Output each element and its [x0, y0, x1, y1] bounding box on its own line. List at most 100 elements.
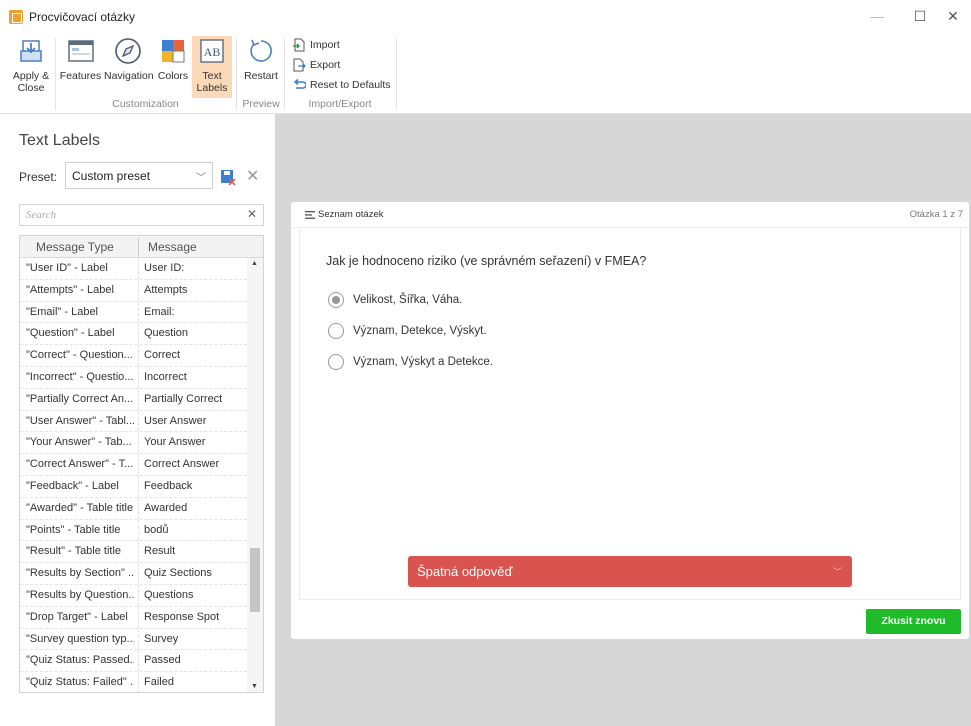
question-list-button[interactable]: Seznam otázek [318, 209, 383, 220]
message-cell[interactable]: Question [144, 327, 244, 339]
navigation-label: Navigation [104, 70, 154, 82]
features-button[interactable]: Features [59, 36, 102, 98]
message-cell[interactable]: Passed [144, 654, 244, 666]
divider [138, 454, 139, 475]
answer-label: Velikost, Šířka, Váha. [353, 294, 463, 306]
table-row[interactable]: "User Answer" - Tabl... User Answer [20, 410, 247, 433]
clear-search-icon[interactable]: ✕ [247, 207, 257, 221]
colors-button[interactable]: Colors [156, 36, 190, 98]
apply-close-label: Apply & Close [12, 70, 50, 94]
message-cell[interactable]: bodů [144, 524, 244, 536]
scroll-up-icon[interactable]: ▲ [251, 260, 258, 267]
title-bar: Procvičovací otázky — ☐ ✕ [0, 0, 971, 33]
message-type-cell: "Correct" - Question... [26, 349, 133, 362]
scroll-down-icon[interactable]: ▼ [251, 683, 258, 690]
message-cell[interactable]: Survey [144, 633, 244, 645]
message-cell[interactable]: Correct [144, 349, 244, 361]
search-input[interactable]: Search [19, 204, 264, 226]
column-header-message[interactable]: Message [148, 240, 197, 254]
features-icon [67, 40, 94, 62]
retry-button[interactable]: Zkusit znovu [866, 609, 961, 634]
preview-area: Seznam otázek Otázka 1 z 7 Jak je hodnoc… [275, 114, 971, 726]
svg-text:AB: AB [204, 45, 221, 59]
answer-option[interactable]: Význam, Výskyt a Detekce. [328, 354, 493, 370]
minimize-button[interactable]: — [862, 6, 892, 26]
table-row[interactable]: "Result" - Table title Result [20, 541, 247, 564]
message-cell[interactable]: Failed [144, 676, 244, 688]
table-row[interactable]: "Attempts" - Label Attempts [20, 279, 247, 302]
message-cell[interactable]: Questions [144, 589, 244, 601]
maximize-button[interactable]: ☐ [905, 6, 935, 26]
message-cell[interactable]: User ID: [144, 262, 244, 274]
undo-icon [293, 78, 306, 89]
answer-option[interactable]: Velikost, Šířka, Váha. [328, 292, 462, 308]
message-cell[interactable]: Response Spot [144, 611, 244, 623]
close-button[interactable]: ✕ [938, 6, 968, 26]
wrong-answer-banner[interactable]: Špatná odpověď ﹀ [408, 556, 852, 587]
group-label-preview: Preview [242, 98, 280, 110]
table-row[interactable]: "Correct Answer" - T... Correct Answer [20, 454, 247, 476]
table-row[interactable]: "Email" - Label Email: [20, 301, 247, 324]
text-labels-button[interactable]: AB Text Labels [192, 36, 232, 98]
radio-button[interactable] [328, 292, 344, 308]
table-row[interactable]: "Drop Target" - Label Response Spot [20, 606, 247, 629]
table-row[interactable]: "Feedback" - Label Feedback [20, 475, 247, 498]
message-type-cell: "Question" - Label [26, 327, 115, 340]
scrollbar[interactable]: ▲ ▼ [247, 258, 263, 692]
table-row[interactable]: "Your Answer" - Tab... Your Answer [20, 432, 247, 455]
reset-defaults-button[interactable]: Reset to Defaults [292, 76, 391, 94]
table-row[interactable]: "User ID" - Label User ID: [20, 258, 247, 280]
import-button[interactable]: Import [292, 36, 340, 54]
table-row[interactable]: "Question" - Label Question [20, 323, 247, 346]
table-row[interactable]: "Incorrect" - Questio... Incorrect [20, 366, 247, 389]
answer-label: Význam, Detekce, Výskyt. [353, 325, 487, 337]
message-type-cell: "Results by Question... [26, 588, 134, 601]
panel-title: Text Labels [19, 132, 100, 149]
divider [138, 432, 139, 454]
answer-option[interactable]: Význam, Detekce, Výskyt. [328, 323, 487, 339]
table-row[interactable]: "Awarded" - Table title Awarded [20, 497, 247, 520]
message-cell[interactable]: Awarded [144, 502, 244, 514]
text-labels-icon: AB [200, 39, 224, 63]
message-cell[interactable]: Incorrect [144, 371, 244, 383]
message-cell[interactable]: Feedback [144, 480, 244, 492]
restart-button[interactable]: Restart [240, 36, 282, 98]
table-row[interactable]: "Results by Question... Questions [20, 584, 247, 607]
divider [138, 628, 139, 650]
table-row[interactable]: "Points" - Table title bodů [20, 519, 247, 542]
list-icon[interactable] [305, 211, 315, 219]
table-row[interactable]: "Partially Correct An... Partially Correc… [20, 388, 247, 411]
scrollbar-thumb[interactable] [250, 548, 260, 612]
message-type-cell: "Feedback" - Label [26, 479, 119, 492]
table-row[interactable]: "Survey question typ... Survey [20, 628, 247, 651]
restart-label: Restart [244, 70, 278, 82]
message-cell[interactable]: Quiz Sections [144, 567, 244, 579]
table-row[interactable]: "Quiz Status: Passed... Passed [20, 650, 247, 673]
question-content: Jak je hodnoceno riziko (ve správném seř… [299, 228, 961, 600]
message-cell[interactable]: Correct Answer [144, 458, 244, 470]
divider [138, 584, 139, 606]
apply-close-button[interactable]: Apply & Close [11, 36, 51, 98]
divider [138, 672, 139, 692]
message-cell[interactable]: Result [144, 545, 244, 557]
table-row[interactable]: "Results by Section" ... Quiz Sections [20, 563, 247, 585]
message-cell[interactable]: Your Answer [144, 436, 244, 448]
window-title: Procvičovací otázky [29, 9, 136, 24]
message-cell[interactable]: Partially Correct [144, 393, 244, 405]
navigation-button[interactable]: Navigation [104, 36, 154, 98]
preset-dropdown[interactable]: Custom preset ﹀ [65, 162, 213, 189]
save-preset-icon[interactable] [220, 169, 236, 185]
table-row[interactable]: "Quiz Status: Failed" ... Failed [20, 672, 247, 692]
message-type-cell: "Results by Section" ... [26, 567, 134, 580]
radio-button[interactable] [328, 354, 344, 370]
table-row[interactable]: "Correct" - Question... Correct [20, 345, 247, 367]
export-button[interactable]: Export [292, 56, 340, 74]
divider [396, 38, 397, 110]
column-header-message-type[interactable]: Message Type [36, 240, 114, 254]
message-type-cell: "Quiz Status: Passed... [26, 654, 134, 667]
message-cell[interactable]: Email: [144, 306, 244, 318]
message-cell[interactable]: User Answer [144, 415, 244, 427]
delete-preset-icon[interactable]: ✕ [246, 166, 259, 186]
message-cell[interactable]: Attempts [144, 284, 244, 296]
radio-button[interactable] [328, 323, 344, 339]
